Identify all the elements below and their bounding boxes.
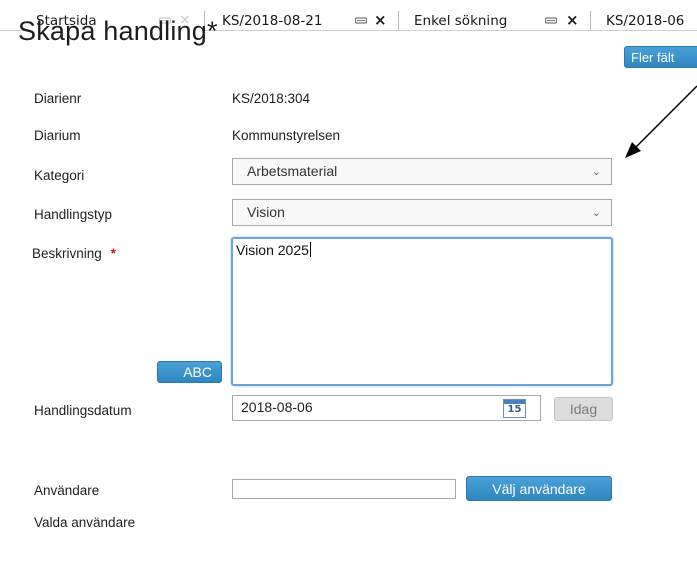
tab-enkel-sokning[interactable]: Enkel sökning xyxy=(414,11,507,31)
page-title: Skapa handling* xyxy=(18,16,218,46)
chevron-down-icon: ⌄ xyxy=(591,206,601,219)
kategori-selected-value: Arbetsmaterial xyxy=(247,163,338,179)
handlingstyp-label: Handlingstyp xyxy=(34,207,113,222)
tab-label: KS/2018-08-21 xyxy=(222,13,323,29)
tab-separator xyxy=(398,11,399,30)
pin-icon[interactable] xyxy=(355,17,367,25)
anvandare-input[interactable] xyxy=(232,479,456,499)
choose-user-button[interactable]: Välj användare xyxy=(466,476,612,501)
tab-label: Enkel sökning xyxy=(414,13,508,29)
diarium-value: Kommunstyrelsen xyxy=(232,128,341,143)
calendar-icon-day: 15 xyxy=(507,404,522,415)
text-caret xyxy=(309,242,311,257)
tab-ks-2018-08-21[interactable]: KS/2018-08-21 xyxy=(222,11,322,31)
close-icon[interactable]: × xyxy=(566,11,579,29)
more-fields-button[interactable]: Fler fält xyxy=(624,46,697,68)
tab-label: KS/2018-06 xyxy=(606,13,685,29)
valda-anvandare-label: Valda användare xyxy=(34,515,136,530)
handlingsdatum-value: 2018-08-06 xyxy=(241,399,313,415)
handlingsdatum-label: Handlingsdatum xyxy=(34,403,132,418)
today-button[interactable]: Idag xyxy=(554,397,613,421)
close-icon[interactable]: × xyxy=(374,11,387,29)
handlingstyp-selected-value: Vision xyxy=(247,204,285,220)
beskrivning-value: Vision 2025 xyxy=(236,242,309,258)
anvandare-label: Användare xyxy=(34,483,100,498)
pin-icon[interactable] xyxy=(545,17,557,25)
kategori-select[interactable]: Arbetsmaterial ⌄ xyxy=(232,158,612,185)
diarienr-label: Diarienr xyxy=(34,91,82,106)
spellcheck-button[interactable]: ABC xyxy=(157,361,222,383)
beskrivning-label-text: Beskrivning xyxy=(32,246,102,261)
handlingstyp-select[interactable]: Vision ⌄ xyxy=(232,199,612,226)
tab-separator xyxy=(590,11,591,30)
required-marker: * xyxy=(110,246,117,261)
tab-ks-2018-06[interactable]: KS/2018-06 xyxy=(606,11,684,31)
beskrivning-text: Vision 2025 xyxy=(236,242,311,258)
kategori-label: Kategori xyxy=(34,168,85,183)
chevron-down-icon: ⌄ xyxy=(591,165,601,178)
beskrivning-textarea[interactable]: Vision 2025 xyxy=(231,237,613,386)
diarienr-value: KS/2018:304 xyxy=(232,91,311,106)
calendar-icon[interactable]: 15 xyxy=(503,399,526,418)
beskrivning-label: Beskrivning * xyxy=(32,246,116,261)
handlingsdatum-input[interactable]: 2018-08-06 15 xyxy=(232,395,541,421)
diarium-label: Diarium xyxy=(34,128,81,143)
